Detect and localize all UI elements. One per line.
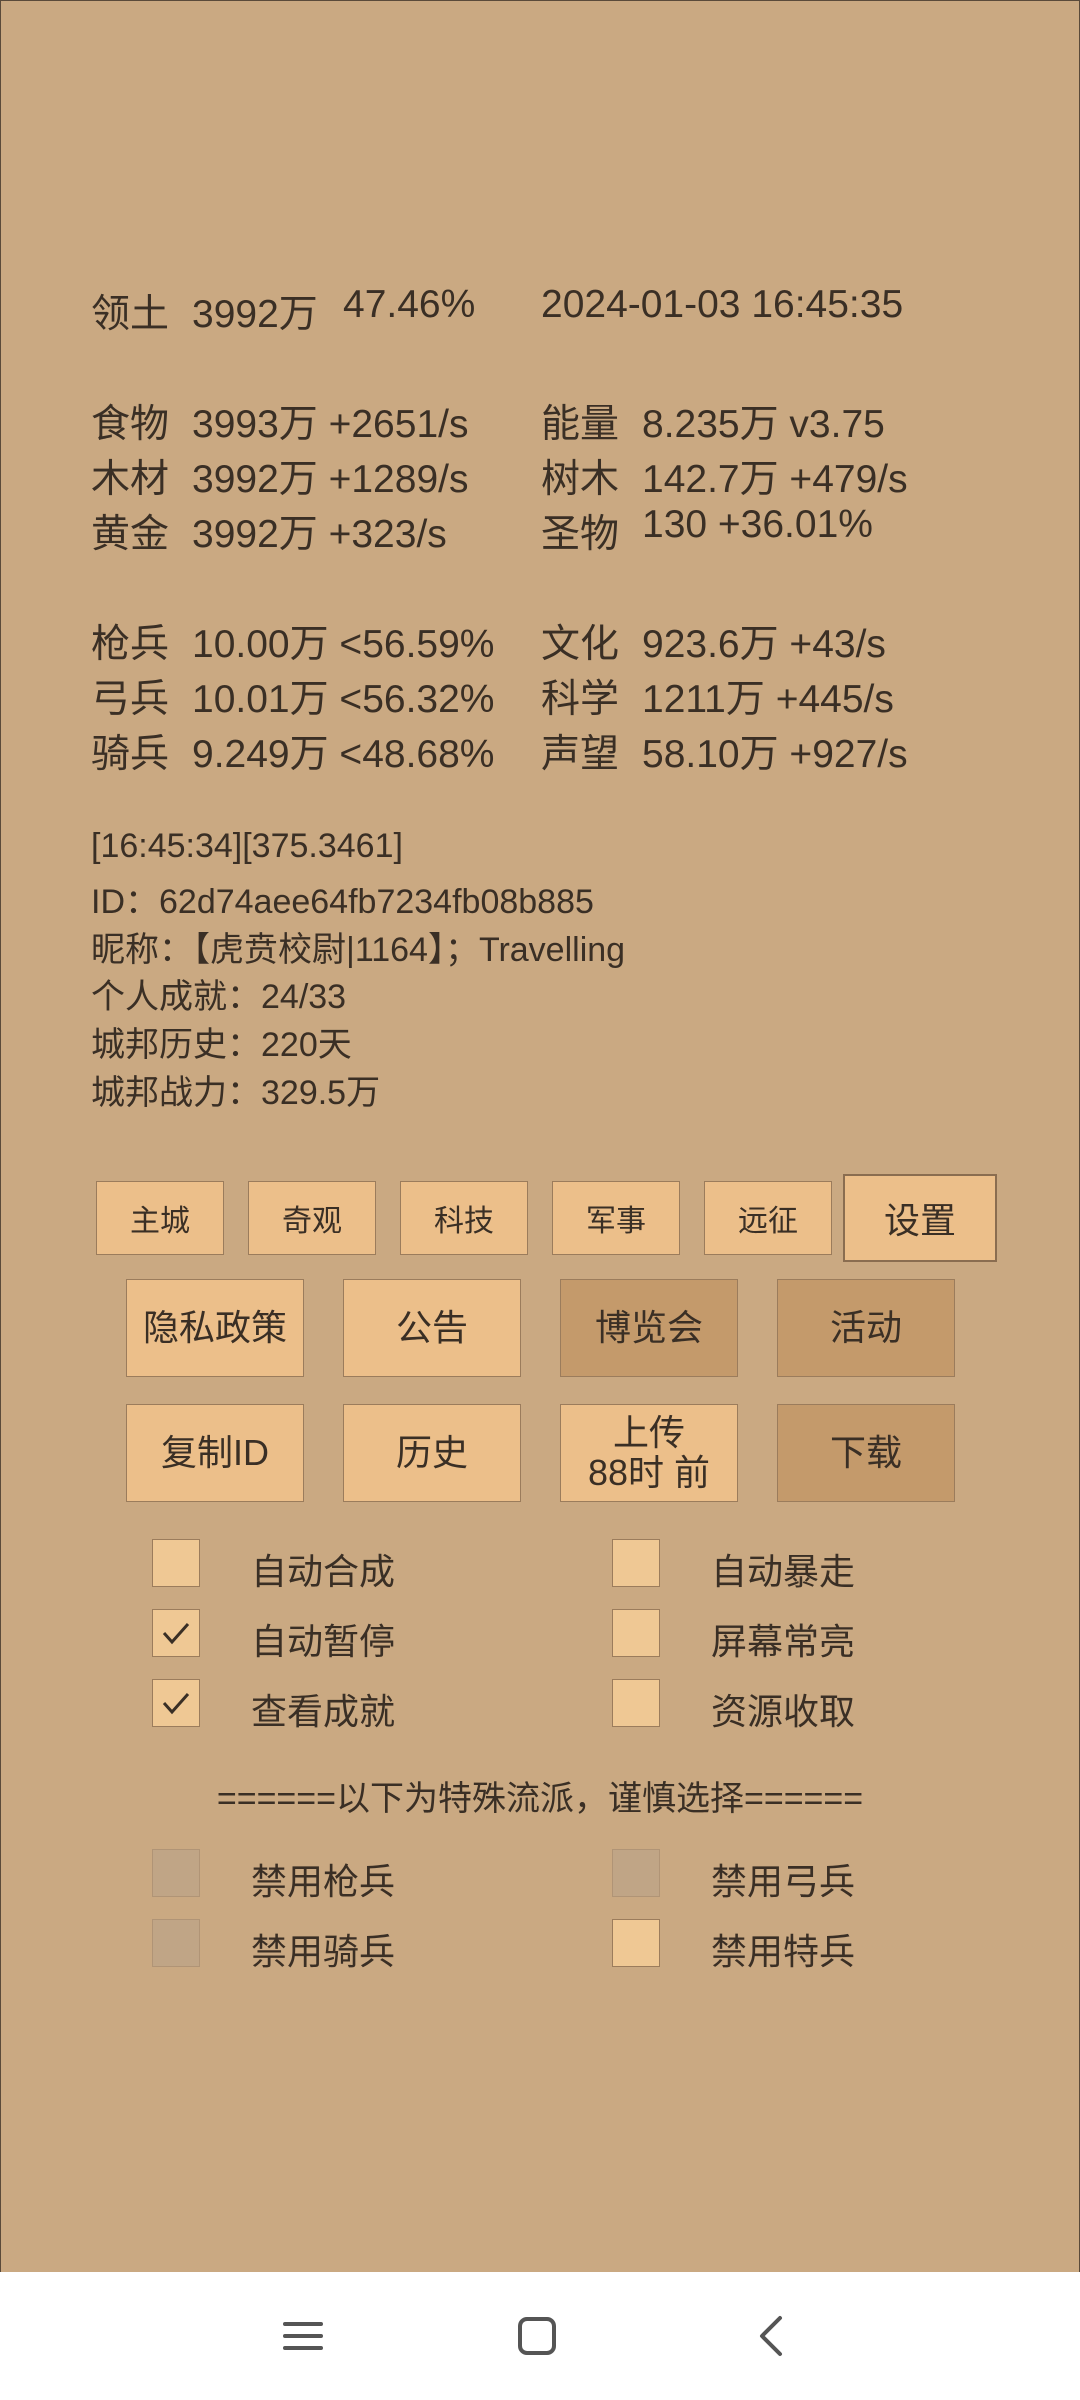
back-icon[interactable]: [742, 2306, 802, 2366]
resource-value: 3992万 +1289/s: [192, 458, 469, 501]
troop-value: 10.00万 <56.59%: [192, 623, 495, 666]
auto-pause-checkbox[interactable]: [152, 1609, 200, 1657]
home-icon[interactable]: [507, 2306, 567, 2366]
player-nickname: 昵称：【虎贲校尉|1164】；Travelling: [91, 931, 626, 969]
city-history: 城邦历史：220天: [91, 1026, 352, 1064]
view-achievements-checkbox[interactable]: [152, 1679, 200, 1727]
troop-label: 枪兵: [91, 623, 170, 666]
territory-percent: 47.46%: [343, 283, 476, 326]
resource-value: 923.6万 +43/s: [642, 623, 886, 666]
option-label: 资源收取: [711, 1691, 856, 1732]
screen-awake-checkbox[interactable]: [612, 1609, 660, 1657]
download-button[interactable]: 下载: [777, 1404, 955, 1502]
city-power: 城邦战力：329.5万: [91, 1074, 381, 1112]
resource-value: 3992万 +323/s: [192, 513, 447, 556]
troop-value: 10.01万 <56.32%: [192, 678, 495, 721]
upload-label: 上传: [612, 1412, 685, 1453]
troop-value: 9.249万 <48.68%: [192, 733, 495, 776]
check-icon: [162, 1693, 190, 1715]
resource-value: 130 +36.01%: [642, 503, 873, 546]
tab-military[interactable]: 军事: [552, 1181, 680, 1255]
announcement-button[interactable]: 公告: [343, 1279, 521, 1377]
tab-expedition[interactable]: 远征: [704, 1181, 832, 1255]
resource-label: 食物: [91, 403, 170, 446]
troop-label: 弓兵: [91, 678, 170, 721]
upload-button[interactable]: 上传 88时 前: [560, 1404, 738, 1502]
log-timestamp: [16:45:34][375.3461]: [91, 827, 403, 865]
resource-label: 文化: [541, 623, 620, 666]
achievement-count: 个人成就：24/33: [91, 978, 347, 1016]
option-label: 禁用弓兵: [711, 1861, 856, 1902]
menu-icon[interactable]: [273, 2306, 333, 2366]
resource-value: 8.235万 v3.75: [642, 403, 885, 446]
option-label: 自动暂停: [251, 1621, 396, 1662]
option-label: 禁用特兵: [711, 1931, 856, 1972]
resource-label: 圣物: [541, 513, 620, 556]
privacy-policy-button[interactable]: 隐私政策: [126, 1279, 304, 1377]
resource-label: 声望: [541, 733, 620, 776]
option-label: 查看成就: [251, 1691, 396, 1732]
tab-settings[interactable]: 设置: [843, 1174, 997, 1262]
disable-archer-checkbox[interactable]: [612, 1849, 660, 1897]
player-id: ID：62d74aee64fb7234fb08b885: [91, 883, 594, 921]
expo-button[interactable]: 博览会: [560, 1279, 738, 1377]
game-screen: 领土 3992万 47.46% 2024-01-03 16:45:35 食物 3…: [0, 0, 1080, 2274]
option-label: 禁用枪兵: [251, 1861, 396, 1902]
disable-special-unit-checkbox[interactable]: [612, 1919, 660, 1967]
option-label: 屏幕常亮: [711, 1621, 856, 1662]
resource-value: 1211万 +445/s: [642, 678, 894, 721]
special-mode-divider: ======以下为特殊流派，谨慎选择======: [216, 1780, 864, 1818]
resource-label: 树木: [541, 458, 620, 501]
resource-label: 科学: [541, 678, 620, 721]
history-button[interactable]: 历史: [343, 1404, 521, 1502]
events-button[interactable]: 活动: [777, 1279, 955, 1377]
resource-label: 能量: [541, 403, 620, 446]
copy-id-button[interactable]: 复制ID: [126, 1404, 304, 1502]
tab-technology[interactable]: 科技: [400, 1181, 528, 1255]
system-navigation-bar: [0, 2272, 1080, 2400]
auto-rampage-checkbox[interactable]: [612, 1539, 660, 1587]
auto-synthesize-checkbox[interactable]: [152, 1539, 200, 1587]
option-label: 禁用骑兵: [251, 1931, 396, 1972]
tab-main-city[interactable]: 主城: [96, 1181, 224, 1255]
resource-value: 3993万 +2651/s: [192, 403, 469, 446]
resource-collect-checkbox[interactable]: [612, 1679, 660, 1727]
datetime: 2024-01-03 16:45:35: [541, 283, 904, 326]
troop-label: 骑兵: [91, 733, 170, 776]
disable-cavalry-checkbox[interactable]: [152, 1919, 200, 1967]
check-icon: [162, 1623, 190, 1645]
territory-label: 领土: [91, 293, 170, 336]
tab-wonders[interactable]: 奇观: [248, 1181, 376, 1255]
resource-value: 58.10万 +927/s: [642, 733, 908, 776]
disable-spearman-checkbox[interactable]: [152, 1849, 200, 1897]
resource-value: 142.7万 +479/s: [642, 458, 908, 501]
upload-time: 88时 前: [587, 1452, 711, 1493]
option-label: 自动合成: [251, 1551, 396, 1592]
resource-label: 黄金: [91, 513, 170, 556]
option-label: 自动暴走: [711, 1551, 856, 1592]
resource-label: 木材: [91, 458, 170, 501]
territory-value: 3992万: [192, 293, 318, 336]
